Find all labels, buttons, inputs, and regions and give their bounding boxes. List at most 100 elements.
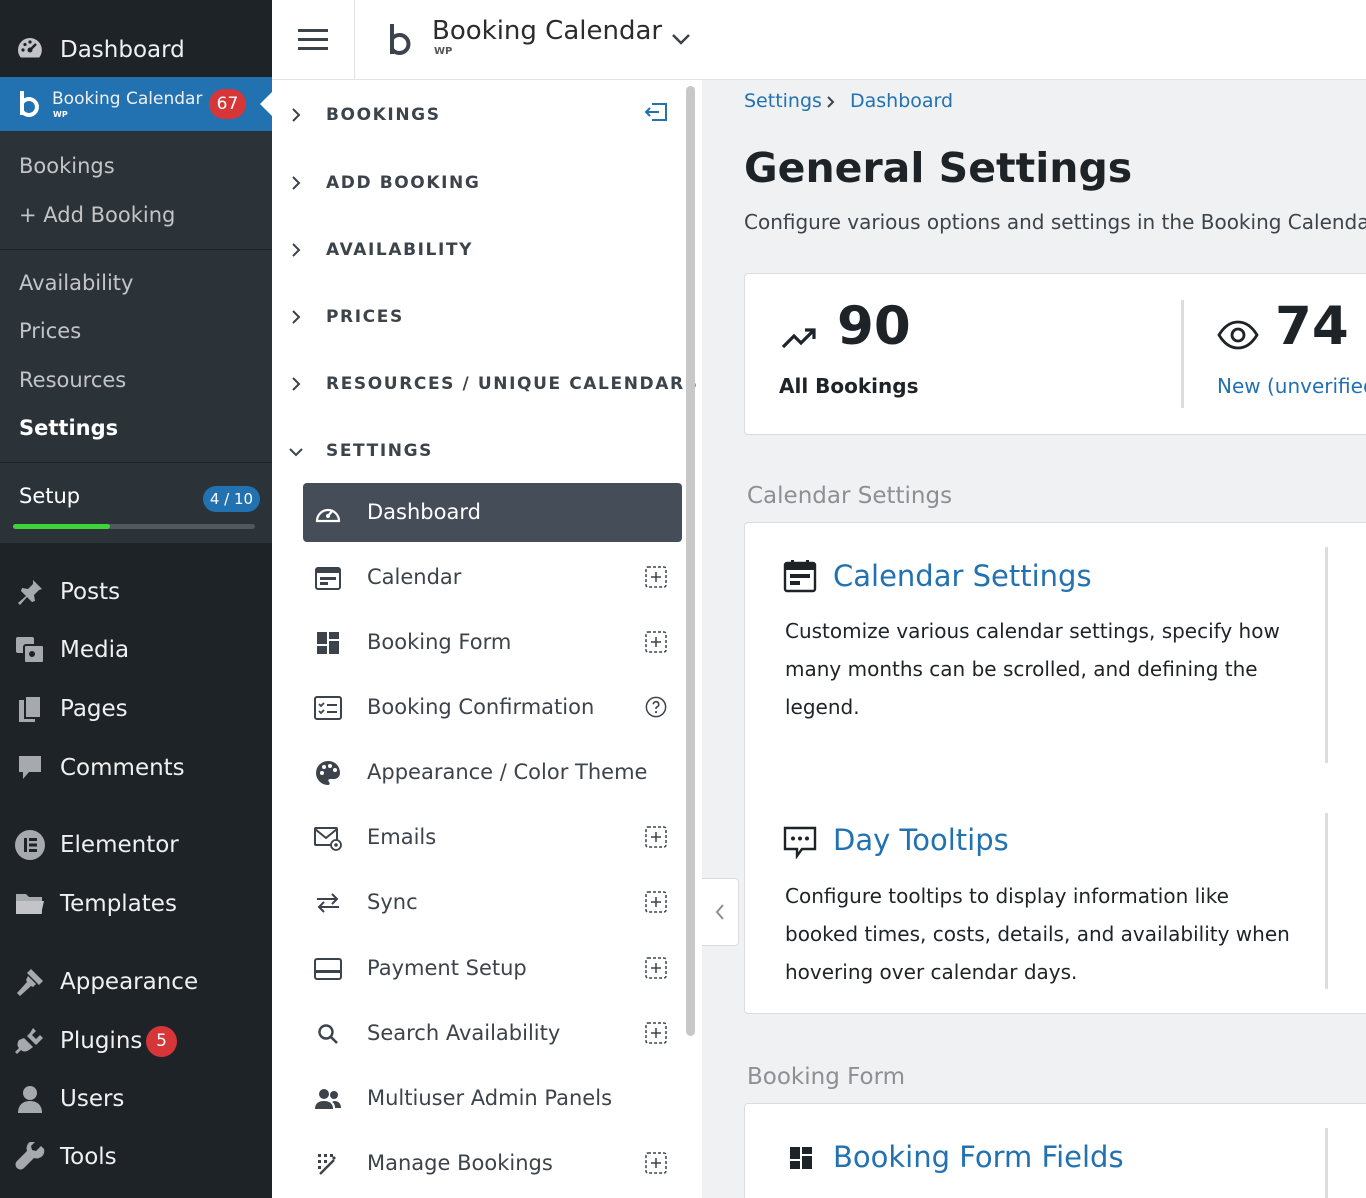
new-bookings-count: 74 xyxy=(1275,296,1349,357)
nav-item-label: Calendar xyxy=(367,565,462,589)
menu-tools[interactable]: Tools xyxy=(0,1131,272,1183)
setup-progress-bar xyxy=(13,524,255,529)
folder-icon xyxy=(14,888,46,920)
breadcrumb-dashboard[interactable]: Dashboard xyxy=(850,90,953,112)
all-bookings-label[interactable]: All Bookings xyxy=(779,374,919,398)
menu-plugins-label: Plugins xyxy=(60,1028,143,1054)
menu-comments[interactable]: Comments xyxy=(0,742,272,794)
hamburger-menu-button[interactable] xyxy=(272,0,355,80)
plus-square-icon[interactable] xyxy=(645,1022,667,1044)
breadcrumb-settings[interactable]: Settings xyxy=(744,90,822,112)
nav-group-add-booking[interactable]: ADD BOOKING xyxy=(272,163,682,203)
plus-square-icon[interactable] xyxy=(645,891,667,913)
submenu-add-booking[interactable]: + Add Booking xyxy=(19,203,175,227)
plug-icon xyxy=(14,1025,46,1057)
submenu-resources[interactable]: Resources xyxy=(19,368,126,392)
menu-pages[interactable]: Pages xyxy=(0,683,272,735)
chat-bubble-icon xyxy=(783,825,817,863)
nav-group-bookings[interactable]: BOOKINGS xyxy=(272,95,682,135)
submenu-setup[interactable]: Setup xyxy=(19,484,80,508)
plus-square-icon[interactable] xyxy=(645,826,667,848)
paintbrush-icon xyxy=(14,966,46,998)
nav-item-appearance[interactable]: Appearance / Color Theme xyxy=(303,743,682,802)
nav-item-dashboard[interactable]: Dashboard xyxy=(303,483,682,542)
form-grid-icon xyxy=(789,1146,813,1174)
card-divider xyxy=(1325,547,1328,763)
nav-item-emails[interactable]: Emails xyxy=(303,808,682,867)
menu-booking-calendar-sub: WP xyxy=(53,110,68,119)
menu-dashboard[interactable]: Dashboard xyxy=(0,22,272,78)
menu-plugins[interactable]: Plugins 5 xyxy=(0,1015,272,1067)
nav-group-resources[interactable]: RESOURCES / UNIQUE CALENDARS xyxy=(272,364,697,404)
magic-wand-icon xyxy=(313,1150,343,1178)
menu-elementor-label: Elementor xyxy=(60,832,179,858)
menu-elementor[interactable]: Elementor xyxy=(0,819,272,871)
nav-group-settings[interactable]: SETTINGS xyxy=(272,431,682,471)
nav-scrollbar[interactable] xyxy=(686,86,695,1036)
search-icon xyxy=(313,1020,343,1048)
nav-group-label: SETTINGS xyxy=(326,441,433,461)
plus-square-icon[interactable] xyxy=(645,1152,667,1174)
plus-square-icon[interactable] xyxy=(645,957,667,979)
menu-users[interactable]: Users xyxy=(0,1073,272,1125)
nav-item-sync[interactable]: Sync xyxy=(303,873,682,932)
booking-form-card: Booking Form Fields xyxy=(744,1103,1366,1198)
booking-form-fields-link[interactable]: Booking Form Fields xyxy=(833,1140,1124,1174)
wp-admin-sidebar: Dashboard Booking Calendar WP 67 Booking… xyxy=(0,0,272,1198)
submenu-availability[interactable]: Availability xyxy=(19,271,133,295)
menu-booking-calendar-label: Booking Calendar xyxy=(52,89,203,109)
submenu-bookings[interactable]: Bookings xyxy=(19,154,115,178)
calendar-settings-section-title: Calendar Settings xyxy=(747,483,953,509)
breadcrumb-separator-icon xyxy=(826,94,836,113)
checklist-icon xyxy=(313,694,343,722)
new-bookings-label[interactable]: New (unverified xyxy=(1217,374,1366,398)
setup-progress-fill xyxy=(13,524,110,529)
nav-group-availability[interactable]: AVAILABILITY xyxy=(272,230,682,270)
submenu-prices[interactable]: Prices xyxy=(19,319,81,343)
booking-calendar-brand-icon xyxy=(386,22,416,62)
menu-booking-calendar[interactable]: Booking Calendar WP 67 xyxy=(0,77,272,131)
chevron-right-icon xyxy=(292,243,301,257)
brand-subtitle: WP xyxy=(434,46,453,57)
nav-item-payment-setup[interactable]: Payment Setup xyxy=(303,939,682,998)
plus-square-icon[interactable] xyxy=(645,566,667,588)
menu-templates[interactable]: Templates xyxy=(0,878,272,930)
submenu-divider xyxy=(0,249,272,250)
chevron-down-icon[interactable] xyxy=(670,28,692,54)
menu-media[interactable]: Media xyxy=(0,624,272,676)
nav-group-prices[interactable]: PRICES xyxy=(272,297,682,337)
nav-group-label: ADD BOOKING xyxy=(326,173,481,193)
nav-item-booking-form[interactable]: Booking Form xyxy=(303,613,682,672)
calendar-settings-card: Calendar Settings Customize various cale… xyxy=(744,522,1366,1014)
menu-posts-label: Posts xyxy=(60,579,121,605)
nav-item-label: Manage Bookings xyxy=(367,1151,553,1175)
help-circle-icon[interactable] xyxy=(645,696,667,718)
nav-item-label: Multiuser Admin Panels xyxy=(367,1086,613,1110)
calendar-settings-link[interactable]: Calendar Settings xyxy=(833,559,1092,593)
card-divider xyxy=(1325,1128,1328,1198)
collapse-sidebar-button[interactable] xyxy=(702,878,739,946)
users-group-icon xyxy=(313,1085,343,1113)
chevron-right-icon xyxy=(292,108,301,122)
nav-group-label: BOOKINGS xyxy=(326,105,441,125)
calendar-icon xyxy=(313,564,343,592)
submenu-divider xyxy=(0,462,272,463)
plus-square-icon[interactable] xyxy=(645,631,667,653)
nav-group-label: AVAILABILITY xyxy=(326,240,474,260)
day-tooltips-link[interactable]: Day Tooltips xyxy=(833,823,1009,857)
submenu-settings[interactable]: Settings xyxy=(19,416,118,440)
main-content: Settings Dashboard General Settings Conf… xyxy=(702,80,1366,1198)
nav-item-multiuser[interactable]: Multiuser Admin Panels xyxy=(303,1069,682,1128)
nav-item-booking-confirmation[interactable]: Booking Confirmation xyxy=(303,678,682,737)
dashboard-gauge-icon xyxy=(14,33,46,65)
chevron-right-icon xyxy=(292,377,301,391)
nav-item-search-availability[interactable]: Search Availability xyxy=(303,1004,682,1063)
menu-appearance[interactable]: Appearance xyxy=(0,956,272,1008)
nav-item-label: Booking Confirmation xyxy=(367,695,595,719)
collapse-nav-icon[interactable] xyxy=(644,102,668,126)
nav-item-label: Sync xyxy=(367,890,418,914)
nav-item-manage-bookings[interactable]: Manage Bookings xyxy=(303,1134,682,1193)
nav-item-calendar[interactable]: Calendar xyxy=(303,548,682,607)
menu-posts[interactable]: Posts xyxy=(0,566,272,618)
dashboard-gauge-icon xyxy=(313,499,343,527)
